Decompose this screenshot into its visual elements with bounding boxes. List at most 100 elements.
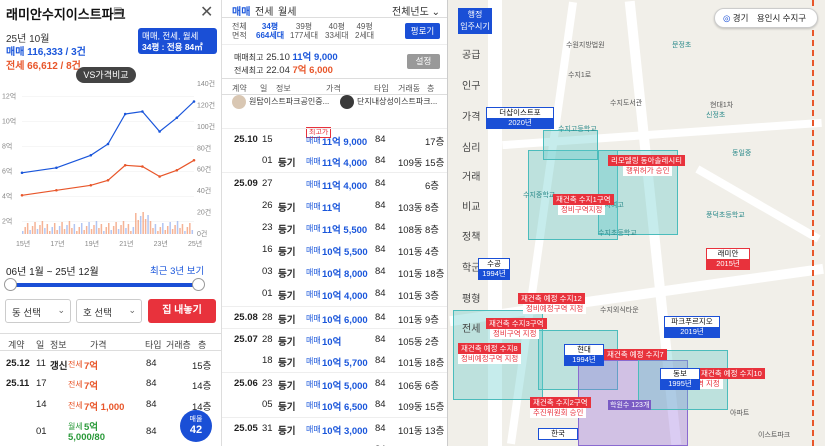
col-day: 일	[260, 84, 268, 93]
layer-policy[interactable]: 정책	[462, 228, 480, 243]
zone-status[interactable]: 추진위원회 승인	[530, 408, 587, 418]
layer-supply[interactable]: 공급	[462, 46, 480, 61]
zone-status[interactable]: 행위허가 승인	[623, 166, 673, 176]
map-view[interactable]: 행정 입주시기 공급 인구 가격 심리 거래 비교 정책 학군 평형 전세 ◎ …	[448, 0, 825, 446]
ho-select[interactable]: 호 선택 ⌄	[76, 299, 142, 323]
zone-label[interactable]: 재건축 예정 수지12	[518, 293, 585, 304]
row-type: 84	[375, 199, 386, 211]
table-row[interactable]: 23 등기 매매 11억 5,500 84 108동 8층	[222, 217, 447, 239]
tab-lease[interactable]: 전세	[255, 3, 273, 18]
layer-lease[interactable]: 전세	[462, 320, 480, 335]
broker-item[interactable]: 단지내상성이스트파크...	[340, 95, 437, 121]
row-floor: 18층	[425, 358, 445, 369]
area-option[interactable]: 39평 177세대	[290, 22, 318, 40]
row-kind: 월세	[68, 422, 83, 431]
zone-label[interactable]: 재건축 수지3구역	[486, 318, 547, 329]
recent-3y-link[interactable]: 최근 3년 보기	[150, 263, 204, 277]
zone-label[interactable]: 재건축 예정 수지8	[458, 343, 521, 354]
table-row[interactable]: 25.08 28 등기 매매 10억 6,000 84 101동 9층	[222, 305, 447, 328]
apartment-pin[interactable]: 파크푸르지오 2019년	[664, 316, 720, 338]
y2-tick-label: 60건	[197, 165, 211, 174]
row-dong: 101동	[398, 314, 423, 326]
tab-sale[interactable]: 매매	[232, 3, 250, 18]
period-slider[interactable]	[4, 278, 205, 291]
zone-label[interactable]: 리모델링 동아솔레시티	[608, 155, 686, 166]
admin-layer-button[interactable]: 행정 입주시기	[458, 8, 492, 34]
zone-label[interactable]: 재건축 수지1구역	[553, 194, 614, 205]
redevelopment-zone[interactable]	[543, 130, 598, 160]
trade-type-dropdown[interactable]: 매매, 전세, 월세 34평 : 전용 84㎡	[138, 28, 217, 54]
apartment-pin[interactable]: 한국	[538, 428, 578, 440]
apartment-pin[interactable]: 수공 1994년	[478, 258, 510, 280]
year-filter-dropdown[interactable]: 전체년도 ⌄	[392, 3, 440, 18]
table-row[interactable]: 01 등기 매매 10억 4,000 84 101동 3층	[222, 283, 447, 305]
table-row[interactable]: 25.09 27 매매 11억 4,000 84 6층	[222, 172, 447, 194]
area-option[interactable]: 40평 33세대	[325, 22, 349, 40]
row-floor: 2층	[425, 336, 440, 348]
row-dong: 106동	[398, 381, 423, 393]
table-row[interactable]: 25.12 11 갱신 전세 7억 84 15층	[0, 355, 221, 375]
list-property-button[interactable]: 집 내놓기	[148, 299, 216, 323]
zone-status[interactable]: 정비구역 지정	[490, 329, 540, 339]
dong-select[interactable]: 동 선택 ⌄	[5, 299, 71, 323]
layer-size[interactable]: 평형	[462, 290, 480, 305]
layer-trade[interactable]: 거래	[462, 168, 480, 183]
layer-population[interactable]: 인구	[462, 77, 480, 92]
zone-status[interactable]: 정비예정구역 지정	[523, 304, 587, 314]
zone-label[interactable]: 재건축 수지2구역	[530, 397, 591, 408]
location-province: 경기	[732, 13, 749, 23]
series-point-전세	[175, 168, 179, 172]
zone-status[interactable]: 정비구역지정	[558, 205, 606, 215]
layer-compare[interactable]: 비교	[462, 198, 480, 213]
zone-label[interactable]: 재건축 예정 수지7	[604, 349, 667, 360]
slider-end-handle[interactable]	[192, 278, 205, 291]
col-floor: 층	[427, 84, 435, 93]
avatar	[340, 95, 354, 109]
close-icon[interactable]: ✕	[200, 2, 213, 22]
apartment-pin-selected[interactable]: 래미안 2015년	[706, 248, 750, 270]
col-price: 가격	[326, 84, 341, 93]
layer-price[interactable]: 가격	[462, 108, 480, 123]
table-row[interactable]: 01 등기 매매 11억 4,000 84 109동 15층	[222, 150, 447, 172]
area-option[interactable]: 49평 2세대	[355, 22, 374, 40]
listings-fab[interactable]: 매물 42	[180, 410, 212, 442]
apartment-pin[interactable]: 동보 1995년	[660, 368, 700, 390]
table-row[interactable]: 03 등기 매매 10억 8,000 84 101동 18층	[222, 261, 447, 283]
table-row[interactable]: 05 등기 매매 10억 6,500 84 109동 15층	[222, 394, 447, 416]
table-row[interactable]: 매매10억 9,50084	[222, 439, 447, 446]
apartment-pin[interactable]: 현대 1994년	[564, 344, 604, 366]
series-line-전세	[21, 159, 195, 196]
pyeong-toggle-button[interactable]: 평로기	[405, 23, 440, 39]
row-price: 11억 5,500	[322, 224, 368, 236]
table-row[interactable]: 25.10 15 매매 11억 9,000 84 17층	[222, 128, 447, 150]
location-indicator[interactable]: ◎ 경기 용인시 수지구	[714, 8, 818, 28]
table-row[interactable]: 26 등기 매매 11억 84 103동 8층	[222, 195, 447, 217]
layer-sentiment[interactable]: 심리	[462, 139, 480, 154]
table-row[interactable]: 25.07 28 등기 매매 10억 84 105동 2층	[222, 327, 447, 350]
tab-monthly[interactable]: 월세	[278, 3, 296, 18]
y2-tick-label: 100건	[197, 122, 215, 131]
apartment-pin[interactable]: 더샵이스트포 2020년	[486, 107, 554, 129]
volume-bar	[184, 231, 186, 234]
row-floor: 13층	[425, 425, 445, 437]
volume-bar	[51, 227, 53, 234]
row-type: 84	[375, 422, 386, 434]
max-sale-label: 매매최고	[234, 53, 264, 62]
area-option[interactable]: 34평 664세대	[256, 22, 284, 40]
row-floor: 6층	[425, 381, 440, 393]
slider-start-handle[interactable]	[4, 278, 17, 291]
table-row[interactable]: 25.11 17 전세 7억 84 14층	[0, 375, 221, 395]
zone-label[interactable]: 재건축 예정 수지10	[698, 368, 765, 379]
col-info: 정보	[50, 340, 67, 350]
table-row[interactable]: 16 등기 매매 10억 5,500 84 101동 4층	[222, 239, 447, 261]
table-row[interactable]: 25.06 23 등기 매매 10억 5,000 84 106동 6층	[222, 372, 447, 394]
settings-button[interactable]: 설정	[407, 54, 440, 69]
row-day: 05	[262, 399, 273, 411]
broker-item[interactable]: 원탑이스트파크공인중...	[232, 95, 329, 121]
table-row[interactable]: 25.05 31 등기 매매 10억 3,000 84 101동 13층	[222, 416, 447, 439]
book-icon[interactable]: ▤	[113, 6, 124, 17]
zone-status[interactable]: 정비예정구역 지정	[458, 354, 522, 364]
table-row[interactable]: 18 등기 매매 10억 5,700 84 101동 18층	[222, 350, 447, 372]
row-month: 25.07	[234, 333, 258, 345]
volume-bar	[73, 224, 76, 234]
